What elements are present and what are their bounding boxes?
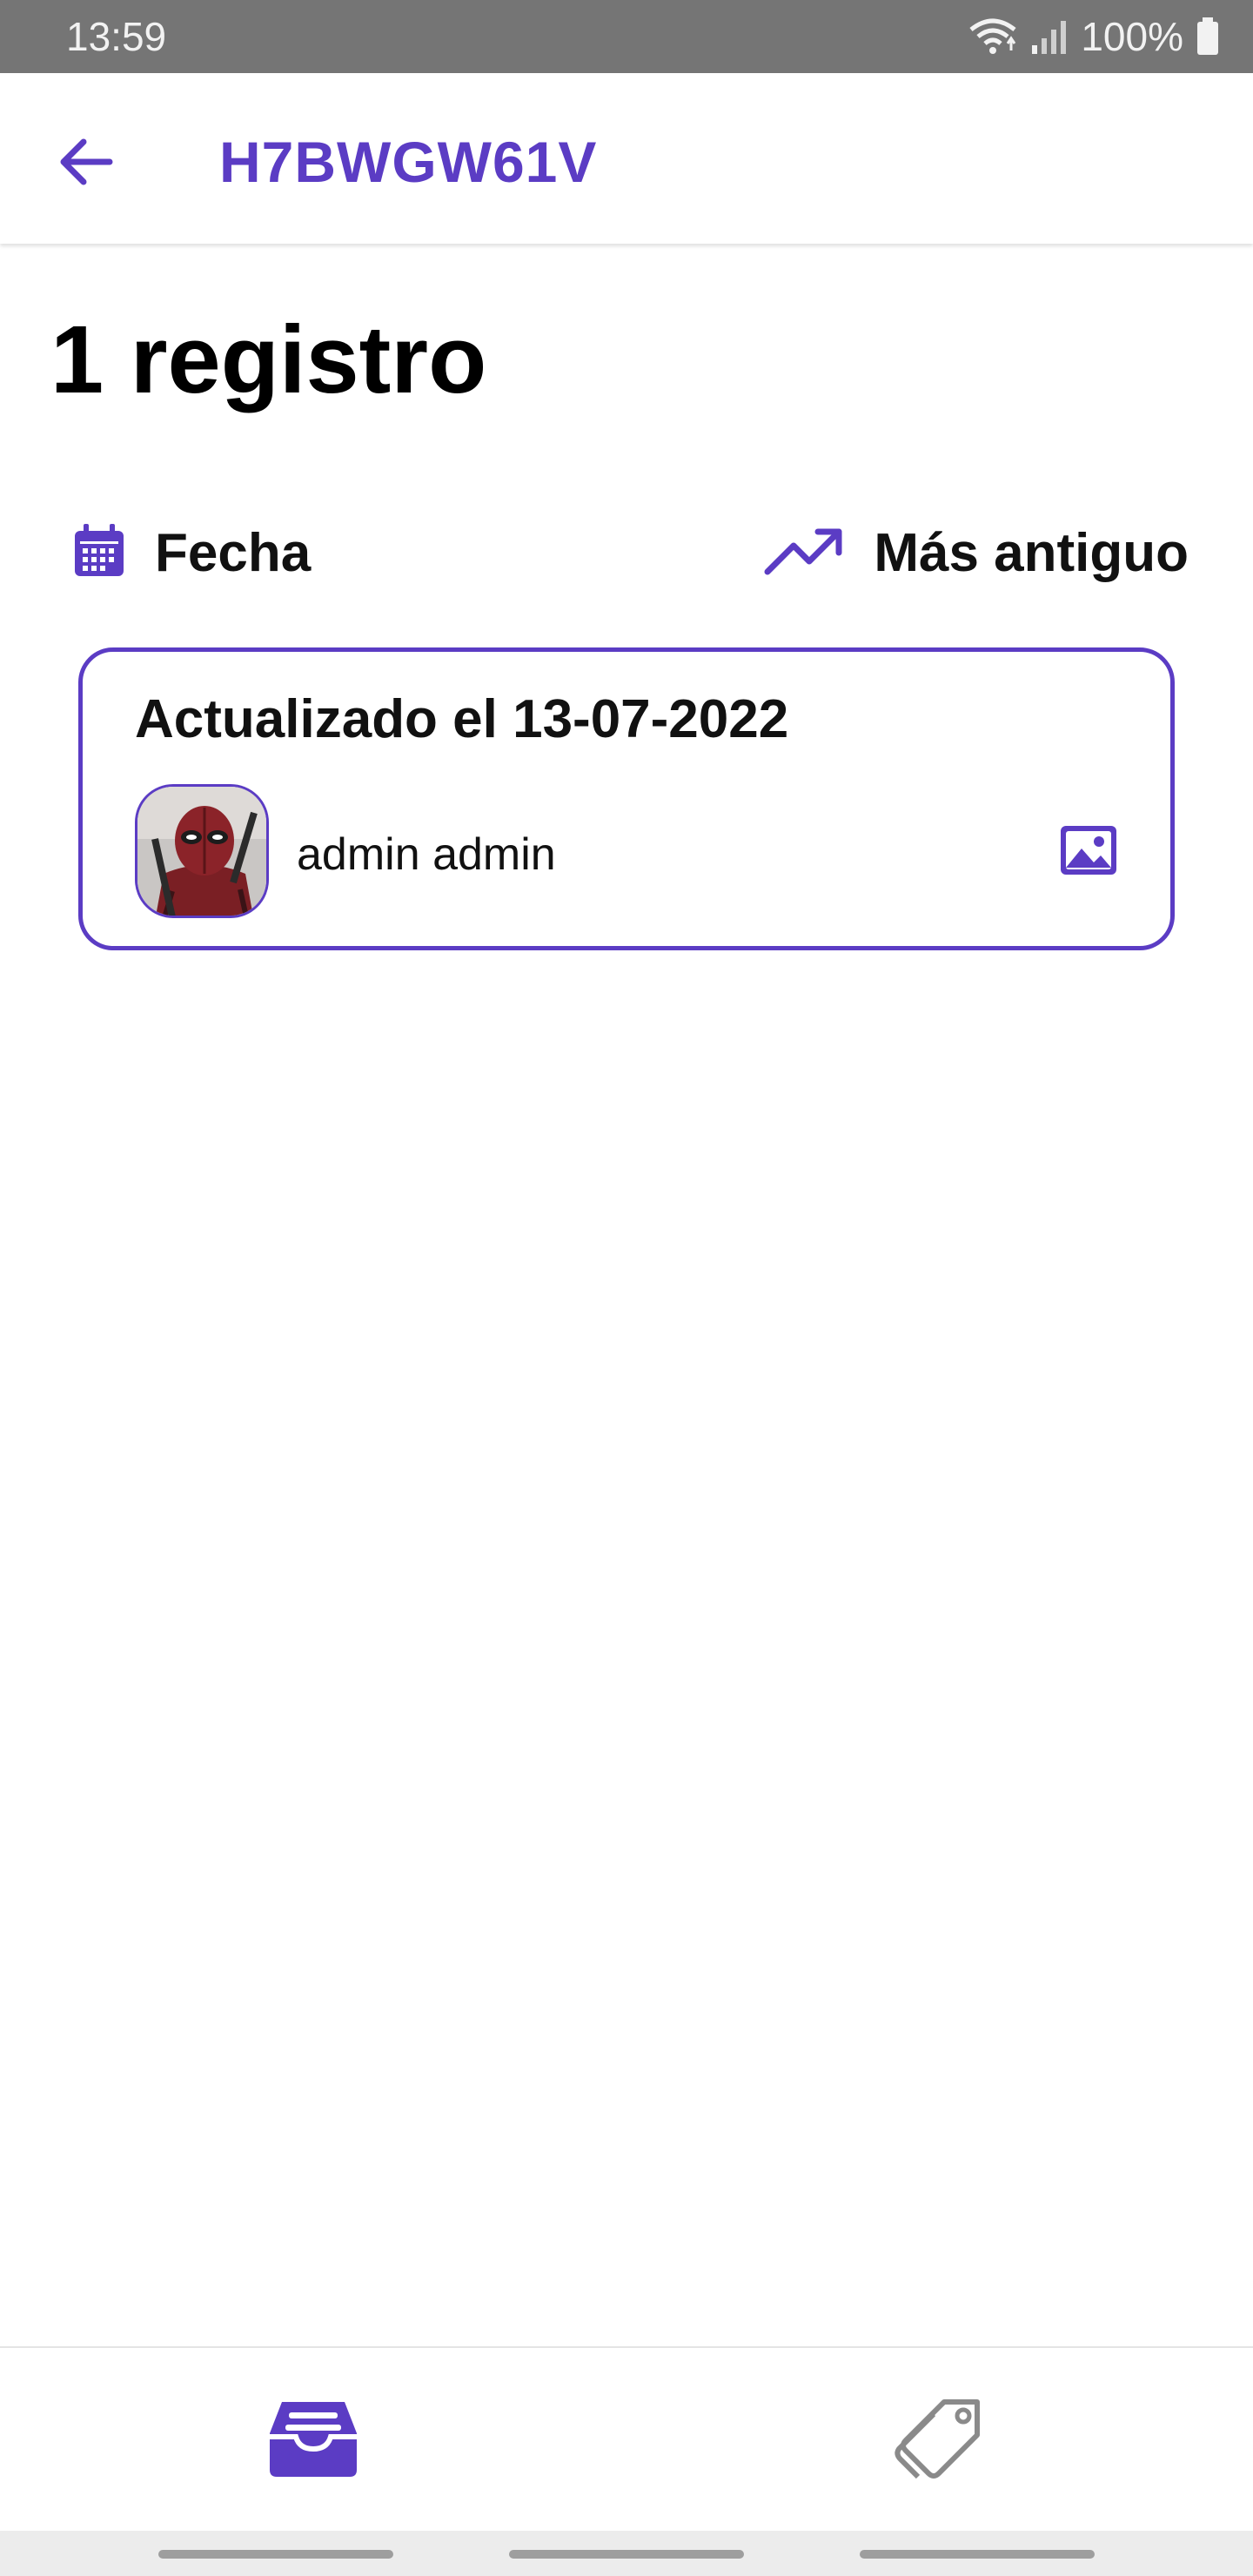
nav-records-tab[interactable] [0,2348,626,2532]
record-author: admin admin [297,829,556,880]
avatar [135,784,269,918]
record-card[interactable]: Actualizado el 13-07-2022 admin admin [78,647,1175,950]
system-gesture-bar [0,2531,1253,2576]
status-icons: 100% [968,13,1220,60]
image-icon [1059,824,1118,876]
status-bar: 13:59 100% [0,0,1253,73]
battery-icon [1196,17,1220,56]
signal-icon [1030,17,1069,56]
gesture-pill-center[interactable] [509,2550,744,2559]
inbox-tray-icon [266,2398,360,2483]
sort-field-button[interactable]: Fecha [73,513,311,592]
trending-up-icon [764,527,844,580]
app-bar: H7BWGW61V [0,73,1253,244]
sort-controls: Fecha Más antiguo [0,513,1253,592]
sort-field-label: Fecha [155,522,312,583]
record-count: 1 registro [50,306,487,413]
page-title: H7BWGW61V [219,130,598,194]
arrow-left-icon [57,138,113,191]
back-button[interactable] [49,127,122,200]
gesture-pill-right[interactable] [860,2550,1095,2559]
sort-order-label: Más antiguo [874,522,1189,583]
sort-order-button[interactable]: Más antiguo [764,513,1189,592]
wifi-icon [968,17,1018,56]
gesture-pill-left[interactable] [158,2550,393,2559]
status-time: 13:59 [66,14,167,59]
bottom-navigation [0,2346,1253,2531]
nav-tags-tab[interactable] [626,2348,1253,2532]
record-title: Actualizado el 13-07-2022 [135,689,789,749]
battery-label: 100% [1081,14,1183,59]
calendar-icon [73,523,125,582]
tag-icon [892,2397,988,2485]
